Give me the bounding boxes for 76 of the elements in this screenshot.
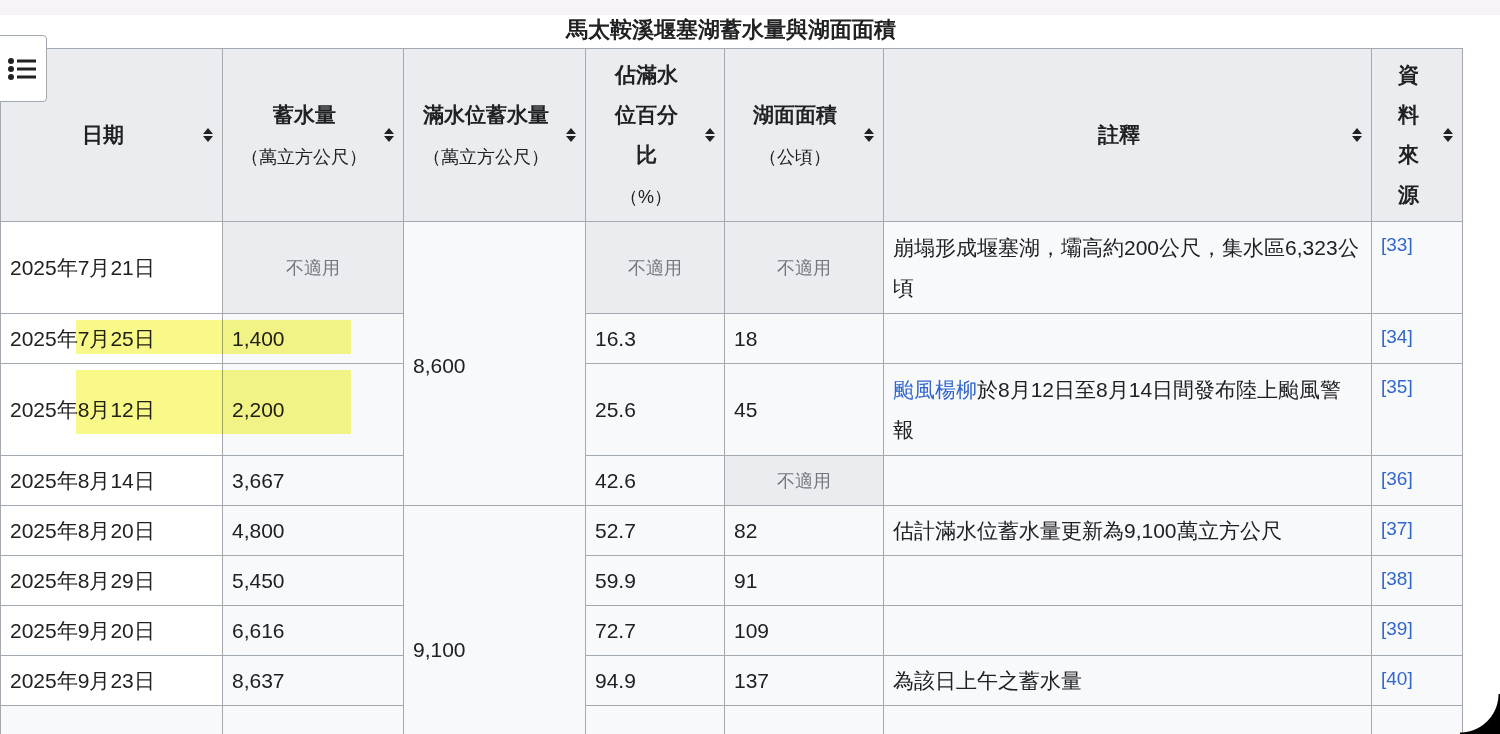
sort-icon (704, 127, 716, 143)
table-cell: 2,200 (232, 397, 285, 421)
sort-icon (565, 127, 577, 143)
table-cell: 25.6 (595, 397, 636, 421)
table-cell: 不適用 (777, 257, 831, 278)
column-header[interactable]: 湖面面積 （公頃） (724, 48, 884, 222)
table-cell: 4,800 (232, 518, 285, 542)
table-cell: 72.7 (595, 618, 636, 642)
header-label: 佔滿水位百分比 (613, 62, 679, 168)
column-header[interactable]: 佔滿水位百分比 （%） (585, 48, 725, 222)
table-cell: 59.9 (595, 568, 636, 592)
reference-link[interactable]: [36] (1381, 468, 1413, 489)
column-header[interactable]: 滿水位蓄水量 （萬立方公尺） (403, 48, 586, 222)
reference-link[interactable]: [35] (1381, 376, 1413, 397)
table-cell: 1,400 (232, 326, 285, 350)
table-cell: 18 (734, 326, 758, 350)
table-cell: 不適用 (286, 257, 340, 278)
table-cell: 52.7 (595, 518, 636, 542)
header-label: 日期 (81, 122, 124, 148)
header-label: 資料來源 (1397, 62, 1419, 208)
table-cell: 2025年8月29日 (10, 568, 155, 592)
table-cell: 82 (734, 518, 758, 542)
sort-icon (383, 127, 395, 143)
table-cell: 2025年8月20日 (10, 518, 155, 542)
note-text: 為該日上午之蓄水量 (893, 668, 1082, 692)
table-cell: 6,616 (232, 618, 285, 642)
table-caption: 馬太鞍溪堰塞湖蓄水量與湖面面積 (564, 16, 897, 44)
table-cell: 91 (734, 568, 758, 592)
table-cell: 不適用 (777, 470, 831, 491)
reference-link[interactable]: [37] (1381, 518, 1413, 539)
column-header[interactable]: 資料來源 (1371, 48, 1463, 222)
unit-label: （萬立方公尺） (422, 146, 549, 169)
screen-corner (1460, 694, 1500, 734)
note-text: 颱風楊柳於8月12日至8月14日間發布陸上颱風警報 (893, 377, 1342, 441)
article-link[interactable]: 颱風楊柳 (893, 377, 977, 401)
table-cell: 8,600 (413, 354, 466, 377)
header-label: 註釋 (1097, 122, 1140, 148)
column-header[interactable]: 日期 (0, 48, 223, 222)
table-cell: 16.3 (595, 326, 636, 350)
reference-link[interactable]: [33] (1381, 234, 1413, 255)
table-cell: 8,637 (232, 668, 285, 692)
reference-link[interactable]: [39] (1381, 618, 1413, 639)
reference-link[interactable]: [40] (1381, 668, 1413, 689)
sort-icon (1351, 127, 1363, 143)
table-cell: 3,667 (232, 468, 285, 492)
table-cell: 不適用 (628, 257, 682, 278)
table-cell: 2025年8月14日 (10, 468, 155, 492)
unit-label: （%） (620, 186, 672, 209)
table-cell: 94.9 (595, 668, 636, 692)
column-header[interactable]: 註釋 (883, 48, 1372, 222)
unit-label: （公頃） (759, 146, 831, 169)
sort-icon (202, 127, 214, 143)
sort-icon (863, 127, 875, 143)
reference-link[interactable]: [34] (1381, 326, 1413, 347)
table-cell: 137 (734, 668, 770, 692)
reference-link[interactable]: [38] (1381, 568, 1413, 589)
column-header[interactable]: 蓄水量 （萬立方公尺） (222, 48, 404, 222)
header-label: 湖面面積 (753, 102, 837, 128)
header-label: 滿水位蓄水量 (422, 102, 549, 128)
header-label: 蓄水量 (272, 102, 336, 128)
note-text: 崩塌形成堰塞湖，壩高約200公尺，集水區6,323公頃 (893, 235, 1359, 299)
table-cell: 2025年9月20日 (10, 618, 155, 642)
table-cell: 2025年8月12日 (10, 397, 155, 421)
sort-icon (1442, 127, 1454, 143)
contents-button[interactable] (0, 35, 47, 102)
table-cell: 2025年7月21日 (10, 255, 155, 279)
table-cell: 2025年9月23日 (10, 668, 155, 692)
unit-label: （萬立方公尺） (241, 146, 367, 169)
table-cell: 5,450 (232, 568, 285, 592)
note-text: 估計滿水位蓄水量更新為9,100萬立方公尺 (893, 518, 1282, 542)
list-icon (7, 55, 38, 82)
table-cell: 9,100 (413, 638, 466, 661)
table-cell: 45 (734, 397, 758, 421)
table-cell: 42.6 (595, 468, 636, 492)
table-cell: 2025年7月25日 (10, 326, 155, 350)
table-cell: 109 (734, 618, 770, 642)
